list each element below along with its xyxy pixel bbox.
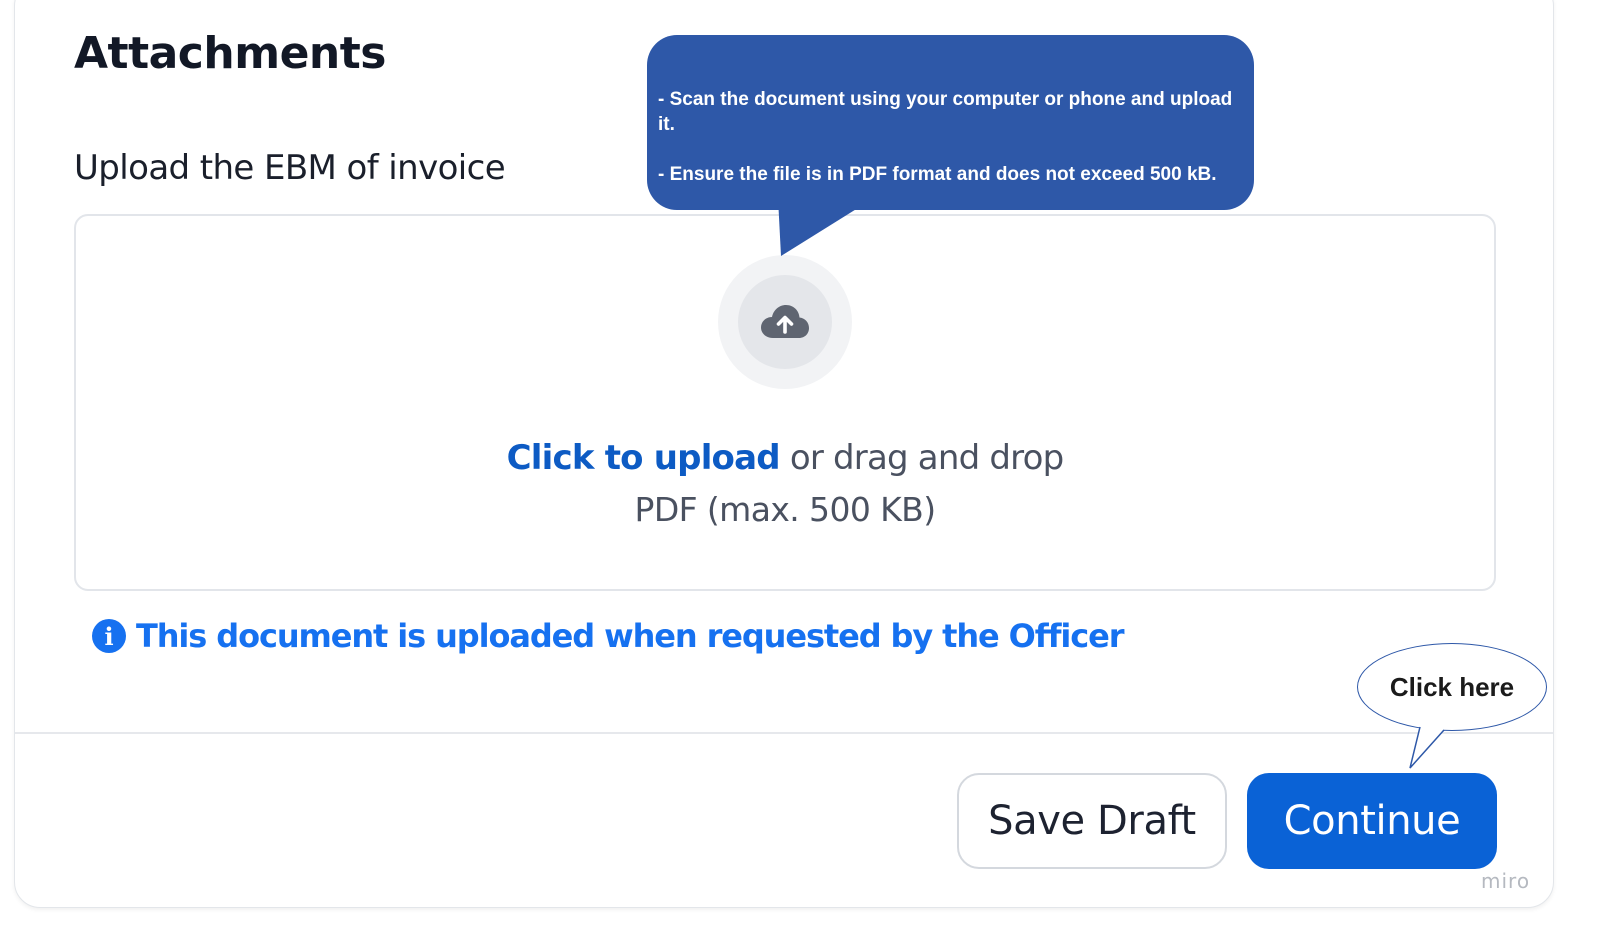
info-notice: i This document is uploaded when request… xyxy=(92,617,1125,655)
continue-button[interactable]: Continue xyxy=(1247,773,1497,869)
info-notice-text: This document is uploaded when requested… xyxy=(136,617,1125,655)
file-format-hint: PDF (max. 500 KB) xyxy=(634,490,937,529)
upload-icon-inner xyxy=(738,275,832,369)
miro-watermark: miro xyxy=(1481,869,1531,893)
info-icon: i xyxy=(92,619,126,653)
footer-divider xyxy=(15,732,1553,734)
tooltip-line-format: - Ensure the file is in PDF format and d… xyxy=(658,164,1217,185)
upload-field-label: Upload the EBM of invoice xyxy=(74,148,506,188)
drag-drop-text: or drag and drop xyxy=(789,438,1064,478)
upload-instructions: Click to upload or drag and drop xyxy=(0,438,1570,478)
cloud-upload-icon xyxy=(761,305,809,338)
click-here-callout: Click here xyxy=(1357,643,1547,731)
save-draft-button[interactable]: Save Draft xyxy=(957,773,1227,869)
click-to-upload-link[interactable]: Click to upload xyxy=(507,438,781,478)
upload-icon-circle[interactable] xyxy=(718,255,852,389)
help-tooltip: - Scan the document using your computer … xyxy=(647,35,1254,210)
section-title: Attachments xyxy=(74,28,386,79)
tooltip-line-scan: - Scan the document using your computer … xyxy=(658,89,1233,135)
